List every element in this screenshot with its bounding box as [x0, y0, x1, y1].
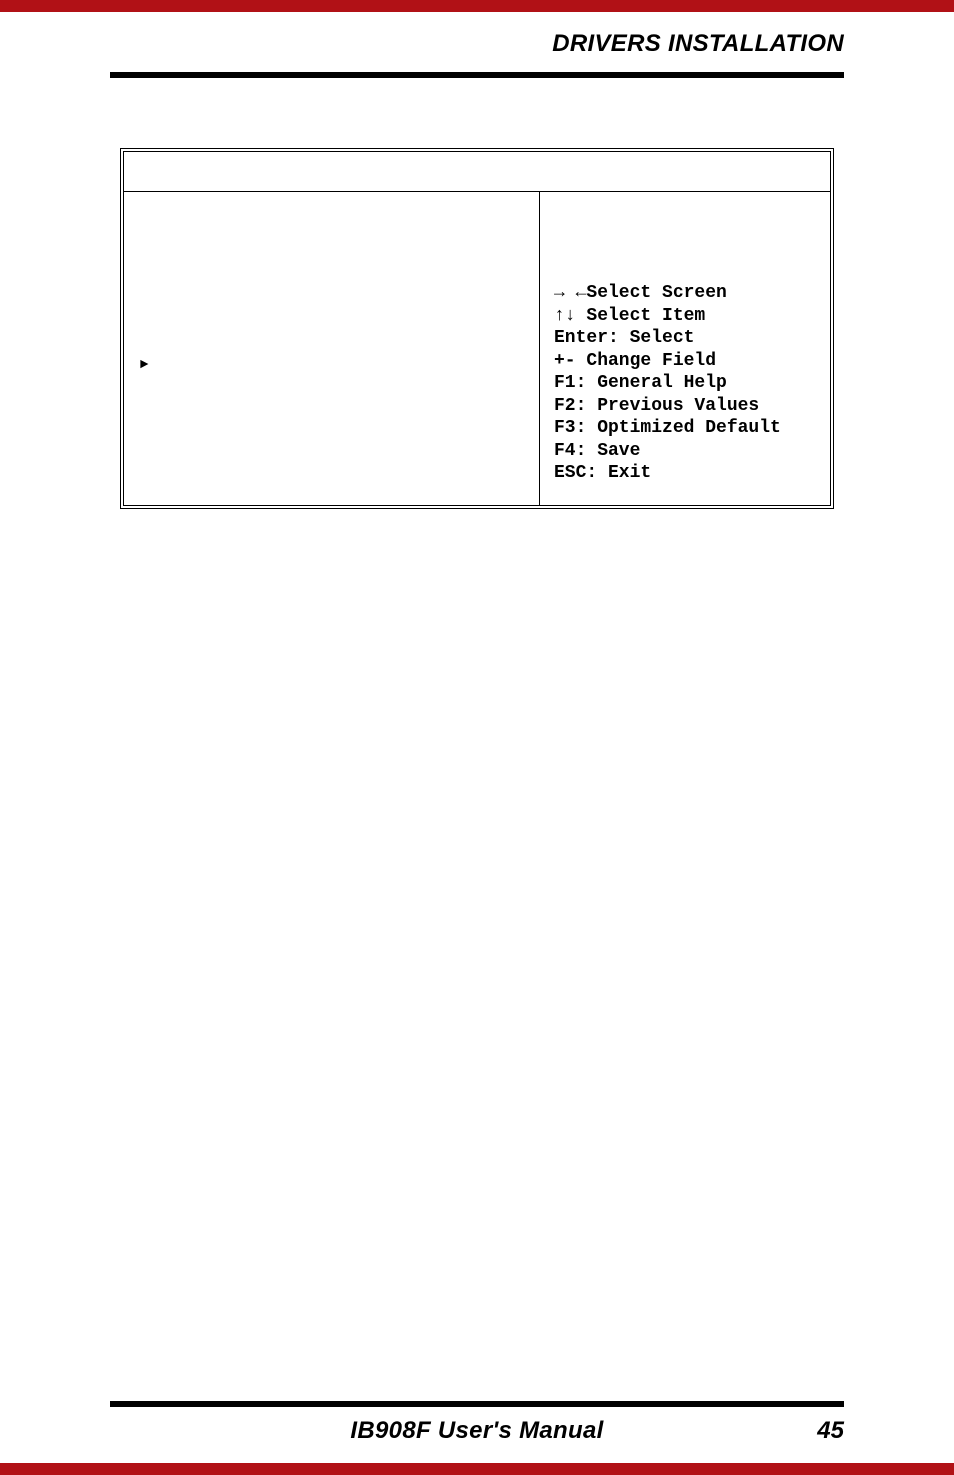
footer-rule: [110, 1401, 844, 1407]
footer-manual-title: IB908F User's Manual: [150, 1417, 804, 1445]
header-title: DRIVERS INSTALLATION: [0, 30, 844, 58]
content-area: ► → ←Select Screen ↑↓ Select Item Enter:…: [0, 78, 954, 509]
help-esc: ESC: Exit: [554, 462, 820, 485]
bios-left-panel: ►: [124, 192, 540, 505]
help-f1: F1: General Help: [554, 372, 820, 395]
bios-body: ► → ←Select Screen ↑↓ Select Item Enter:…: [124, 192, 830, 505]
help-f4: F4: Save: [554, 440, 820, 463]
bios-title-row: [124, 152, 830, 192]
help-enter: Enter: Select: [554, 327, 820, 350]
help-f3: F3: Optimized Default: [554, 417, 820, 440]
top-accent-bar: [0, 0, 954, 12]
selection-marker-icon: ►: [140, 357, 148, 375]
help-change-field: +- Change Field: [554, 350, 820, 373]
footer-page-number: 45: [804, 1417, 844, 1445]
page-footer: IB908F User's Manual 45: [0, 1401, 954, 1475]
page-header: DRIVERS INSTALLATION: [0, 12, 954, 66]
help-select-screen: → ←Select Screen: [554, 282, 820, 305]
footer-text-row: IB908F User's Manual 45: [0, 1417, 954, 1463]
bios-right-help-panel: → ←Select Screen ↑↓ Select Item Enter: S…: [540, 192, 830, 505]
help-select-item: ↑↓ Select Item: [554, 305, 820, 328]
help-f2: F2: Previous Values: [554, 395, 820, 418]
bottom-accent-bar: [0, 1463, 954, 1475]
bios-screen-box: ► → ←Select Screen ↑↓ Select Item Enter:…: [120, 148, 834, 509]
